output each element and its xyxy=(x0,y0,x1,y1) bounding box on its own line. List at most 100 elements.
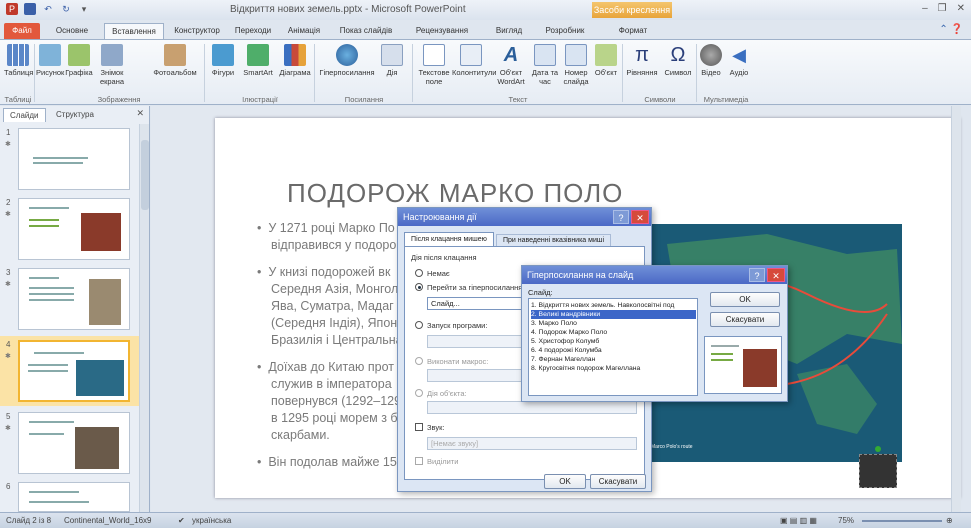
tab-mouse-click[interactable]: Після клацання мишею xyxy=(404,232,494,246)
help-icon[interactable]: ? xyxy=(613,210,629,224)
theme-name[interactable]: Continental_World_16x9 xyxy=(64,516,151,525)
tab-design[interactable]: Конструктор xyxy=(168,23,226,39)
rotate-handle[interactable] xyxy=(875,446,881,452)
slide-title[interactable]: ПОДОРОЖ МАРКО ПОЛО xyxy=(287,178,707,209)
list-item[interactable]: 3. Марко Поло xyxy=(531,319,696,328)
video-button[interactable]: Відео xyxy=(698,44,724,77)
bullet-text[interactable]: (Середня Індія), Японія xyxy=(271,315,407,332)
object-action-select[interactable] xyxy=(427,401,637,414)
close-icon[interactable]: ✕ xyxy=(136,108,144,119)
redo-icon[interactable]: ↻ xyxy=(60,3,72,15)
tab-format[interactable]: Формат xyxy=(598,23,668,39)
cancel-button[interactable]: Скасувати xyxy=(590,474,646,489)
bullet-text[interactable]: Бразилія і Центральна xyxy=(271,332,403,349)
slide-thumb[interactable]: 5 ✱ xyxy=(0,410,140,478)
radio-macro[interactable] xyxy=(415,357,423,365)
sound-select[interactable]: [Немає звуку] xyxy=(427,437,637,450)
help-icon[interactable]: ⌃ ❓ xyxy=(939,24,963,35)
table-button[interactable]: Таблиця xyxy=(4,44,33,77)
bullet-text[interactable]: відправився у подоро xyxy=(271,237,396,254)
hyperlink-button[interactable]: Гіперпосилання xyxy=(318,44,376,77)
slide-thumb-selected[interactable]: 4 ✱ xyxy=(0,338,140,406)
list-item[interactable]: 6. 4 подорожі Колумба xyxy=(531,346,696,355)
header-footer-button[interactable]: Колонтитули xyxy=(452,44,496,77)
bullet-text[interactable]: Ява, Суматра, Мадаг xyxy=(271,298,394,315)
bullet-text[interactable]: Середня Азія, Монгол xyxy=(271,281,398,298)
slide-list[interactable]: 1. Відкриття нових земель. Навколосвітні… xyxy=(528,298,698,396)
screenshot-button[interactable]: Знімок екрана xyxy=(94,44,130,86)
bullet-text[interactable]: • Він подолав майже 15 xyxy=(257,454,397,471)
bullet-text[interactable]: • Доїхав до Китаю прот xyxy=(257,359,394,376)
list-item[interactable]: 5. Христофор Колумб xyxy=(531,337,696,346)
tab-developer[interactable]: Розробник xyxy=(536,23,594,39)
radio-hyperlink[interactable] xyxy=(415,283,423,291)
list-item[interactable]: 7. Фернан Магеллан xyxy=(531,355,696,364)
ok-button[interactable]: OK xyxy=(710,292,780,307)
wordart-button[interactable]: A Об'єкт WordArt xyxy=(490,44,532,86)
close-icon[interactable]: ✕ xyxy=(631,210,649,224)
bullet-text[interactable]: скарбами. xyxy=(271,427,330,444)
bullet-text[interactable]: • У книзі подорожей вк xyxy=(257,264,390,281)
language[interactable]: українська xyxy=(192,516,231,525)
tab-transitions[interactable]: Переходи xyxy=(228,23,278,39)
app-icon[interactable]: P xyxy=(6,3,18,15)
slide-number-button[interactable]: Номер слайда xyxy=(560,44,592,86)
slide-scrollbar[interactable] xyxy=(951,106,961,512)
clipart-button[interactable]: Графіка xyxy=(64,44,94,77)
photo-album-button[interactable]: Фотоальбом xyxy=(150,44,200,77)
action-button[interactable]: Дія xyxy=(380,44,404,77)
zoom-slider[interactable] xyxy=(862,520,942,522)
shapes-button[interactable]: Фігури xyxy=(208,44,238,77)
tab-slideshow[interactable]: Показ слайдів xyxy=(330,23,402,39)
tab-view[interactable]: Вигляд xyxy=(484,23,534,39)
radio-object-action[interactable] xyxy=(415,389,423,397)
undo-icon[interactable]: ↶ xyxy=(42,3,54,15)
equation-button[interactable]: π Рівняння xyxy=(624,44,660,77)
list-item[interactable]: 4. Подорож Марко Поло xyxy=(531,328,696,337)
list-item-selected[interactable]: 2. Великі мандрівники xyxy=(531,310,696,319)
tab-mouse-over[interactable]: При наведенні вказівника миші xyxy=(496,234,611,246)
close-icon[interactable]: ✕ xyxy=(767,268,785,282)
restore-icon[interactable]: ❐ xyxy=(938,3,947,14)
list-item[interactable]: 1. Відкриття нових земель. Навколосвітні… xyxy=(531,301,696,310)
list-item[interactable]: 8. Кругосвітня подорож Магеллана xyxy=(531,364,696,373)
audio-button[interactable]: ◀ Аудіо xyxy=(726,44,752,77)
help-icon[interactable]: ? xyxy=(749,268,765,282)
view-buttons[interactable]: ▣ ▤ ▥ ▦ xyxy=(780,516,817,525)
tab-slides[interactable]: Слайди xyxy=(3,108,46,122)
bullet-text[interactable]: в 1295 році морем з б xyxy=(271,410,398,427)
tab-outline[interactable]: Структура xyxy=(50,108,100,122)
selected-action-shape[interactable] xyxy=(859,454,897,488)
slide-thumb[interactable]: 2 ✱ xyxy=(0,196,140,264)
tab-file[interactable]: Файл xyxy=(4,23,40,39)
fit-slide-icon[interactable]: ⊕ xyxy=(946,516,953,525)
language-icon[interactable]: ✔ xyxy=(178,516,185,525)
save-icon[interactable] xyxy=(24,3,36,15)
qat-dropdown-icon[interactable]: ▾ xyxy=(78,3,90,15)
chart-button[interactable]: Діаграма xyxy=(278,44,312,77)
picture-button[interactable]: Рисунок xyxy=(36,44,64,77)
tab-insert[interactable]: Вставлення xyxy=(104,23,164,39)
radio-run-program[interactable] xyxy=(415,321,423,329)
tab-home[interactable]: Основне xyxy=(46,23,98,39)
slide-thumb[interactable]: 1 ✱ xyxy=(0,126,140,194)
cancel-button[interactable]: Скасувати xyxy=(710,312,780,327)
hyperlink-select[interactable]: Слайд... xyxy=(427,297,527,310)
bullet-text[interactable]: служив в імператора xyxy=(271,376,392,393)
symbol-button[interactable]: Ω Символ xyxy=(662,44,694,77)
bullet-text[interactable]: • У 1271 році Марко По xyxy=(257,220,395,237)
tab-review[interactable]: Рецензування xyxy=(404,23,480,39)
highlight-checkbox[interactable] xyxy=(415,457,423,465)
radio-none[interactable] xyxy=(415,269,423,277)
zoom-level[interactable]: 75% xyxy=(838,516,854,525)
sound-checkbox[interactable] xyxy=(415,423,423,431)
smartart-button[interactable]: SmartArt xyxy=(240,44,276,77)
minimize-icon[interactable]: – xyxy=(922,3,928,14)
textbox-button[interactable]: Текстове поле xyxy=(418,44,450,86)
close-icon[interactable]: ✕ xyxy=(957,3,965,14)
ok-button[interactable]: OK xyxy=(544,474,586,489)
bullet-text[interactable]: повернувся (1292–1295 xyxy=(271,393,408,410)
object-button[interactable]: Об'єкт xyxy=(592,44,620,77)
tab-animation[interactable]: Анімація xyxy=(280,23,328,39)
date-time-button[interactable]: Дата та час xyxy=(530,44,560,86)
